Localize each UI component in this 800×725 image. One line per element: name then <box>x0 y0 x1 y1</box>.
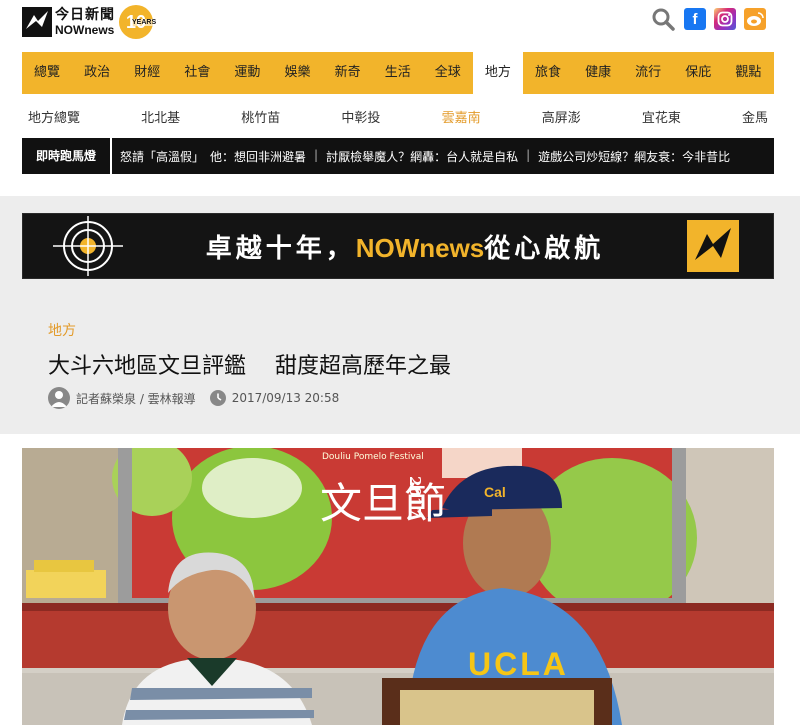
subnav-item-jinma[interactable]: 金馬 <box>736 107 774 126</box>
sub-nav: 地方總覽 北北基 桃竹苗 中彰投 雲嘉南 高屏澎 宜花東 金馬 <box>22 100 774 132</box>
article-author: 記者蘇榮泉 / 雲林報導 <box>76 391 196 406</box>
site-logo[interactable]: 今日新聞 NOWnews 10 YEARS <box>22 5 172 39</box>
subnav-item-local-overview[interactable]: 地方總覽 <box>22 107 86 126</box>
article-category[interactable]: 地方 <box>48 320 76 340</box>
ticker-news: 怒請「高溫假」 他：想回非洲避暑 | 討厭檢舉魔人？網轟：台人就是自私 | 遊戲… <box>112 148 774 165</box>
weibo-icon[interactable] <box>744 8 766 30</box>
subnav-item-yunjianan[interactable]: 雲嘉南 <box>436 107 487 126</box>
subnav-item-taozhumiao[interactable]: 桃竹苗 <box>235 107 286 126</box>
nav-item-finance[interactable]: 財經 <box>122 52 172 94</box>
ticker-item[interactable]: 遊戲公司炒短線？網友衰：今非昔比 <box>538 148 738 165</box>
cap-logo: Cal <box>484 484 506 500</box>
site-header: 今日新聞 NOWnews 10 YEARS f <box>0 0 800 50</box>
subnav-item-north[interactable]: 北北基 <box>135 107 186 126</box>
crosshair-icon <box>53 213 123 279</box>
nav-item-global[interactable]: 全球 <box>423 52 473 94</box>
nav-item-travel-food[interactable]: 旅食 <box>523 52 573 94</box>
facebook-icon[interactable]: f <box>684 8 706 30</box>
poster-title: 文旦節 <box>320 479 447 528</box>
nav-item-sports[interactable]: 運動 <box>222 52 272 94</box>
banner-slogan: 卓越十年，NOWnews從心啟航 <box>123 228 687 265</box>
anniversary-years: YEARS <box>131 19 158 26</box>
nav-item-fashion[interactable]: 流行 <box>623 52 673 94</box>
ticker-item[interactable]: 討厭檢舉魔人？網轟：台人就是自私 <box>326 148 526 165</box>
nav-item-local[interactable]: 地方 <box>472 52 523 94</box>
nav-item-novelty[interactable]: 新奇 <box>323 52 373 94</box>
instagram-icon[interactable] <box>714 8 736 30</box>
logo-en: NOWnews <box>55 23 115 37</box>
banner-slogan-brand: NOWnews <box>355 232 485 263</box>
news-ticker: 即時跑馬燈 怒請「高溫假」 他：想回非洲避暑 | 討厭檢舉魔人？網轟：台人就是自… <box>22 138 774 174</box>
logo-mark-icon <box>22 7 52 37</box>
nav-item-life[interactable]: 生活 <box>373 52 423 94</box>
ticker-separator: | <box>526 147 531 162</box>
subnav-item-zhongzhangtou[interactable]: 中彰投 <box>335 107 386 126</box>
nav-item-blessing[interactable]: 保庇 <box>673 52 723 94</box>
ticker-label: 即時跑馬燈 <box>22 138 112 174</box>
poster-year: 2017 <box>406 476 424 518</box>
subnav-item-yihuadong[interactable]: 宜花東 <box>636 107 687 126</box>
anniversary-banner[interactable]: 卓越十年，NOWnews從心啟航 <box>22 213 774 279</box>
nav-item-opinion[interactable]: 觀點 <box>723 52 773 94</box>
anniversary-badge: 10 YEARS <box>119 5 158 39</box>
banner-slogan-post: 從心啟航 <box>484 233 605 264</box>
logo-text: 今日新聞 NOWnews <box>55 8 115 36</box>
author-avatar-icon <box>48 387 70 409</box>
main-nav: 總覽 政治 財經 社會 運動 娛樂 新奇 生活 全球 地方 旅食 健康 流行 保… <box>22 52 774 94</box>
ticker-separator: | <box>314 147 319 162</box>
nav-item-health[interactable]: 健康 <box>573 52 623 94</box>
subnav-item-gaopingpeng[interactable]: 高屏澎 <box>536 107 587 126</box>
nav-item-society[interactable]: 社會 <box>172 52 222 94</box>
clock-icon <box>209 390 226 406</box>
article-title: 大斗六地區文旦評鑑 甜度超高歷年之最 <box>48 354 451 379</box>
article-meta: 記者蘇榮泉 / 雲林報導 2017/09/13 20:58 <box>48 387 339 409</box>
article-photo: Douliu Pomelo Festival 文旦節 2017 Cal UCLA <box>22 448 774 725</box>
ticker-item[interactable]: 怒請「高溫假」 他：想回非洲避暑 <box>120 148 314 165</box>
article-datetime: 2017/09/13 20:58 <box>231 391 340 405</box>
nav-item-overview[interactable]: 總覽 <box>22 52 72 94</box>
header-icons: f <box>650 6 766 32</box>
brand-mark-icon <box>687 220 739 272</box>
nav-item-politics[interactable]: 政治 <box>72 52 122 94</box>
banner-slogan-pre: 卓越十年， <box>205 233 356 264</box>
shirt-text: UCLA <box>468 646 569 682</box>
search-icon[interactable] <box>650 6 676 32</box>
nav-item-entertainment[interactable]: 娛樂 <box>272 52 322 94</box>
logo-cn: 今日新聞 <box>55 7 115 23</box>
poster-english-title: Douliu Pomelo Festival <box>322 452 424 462</box>
